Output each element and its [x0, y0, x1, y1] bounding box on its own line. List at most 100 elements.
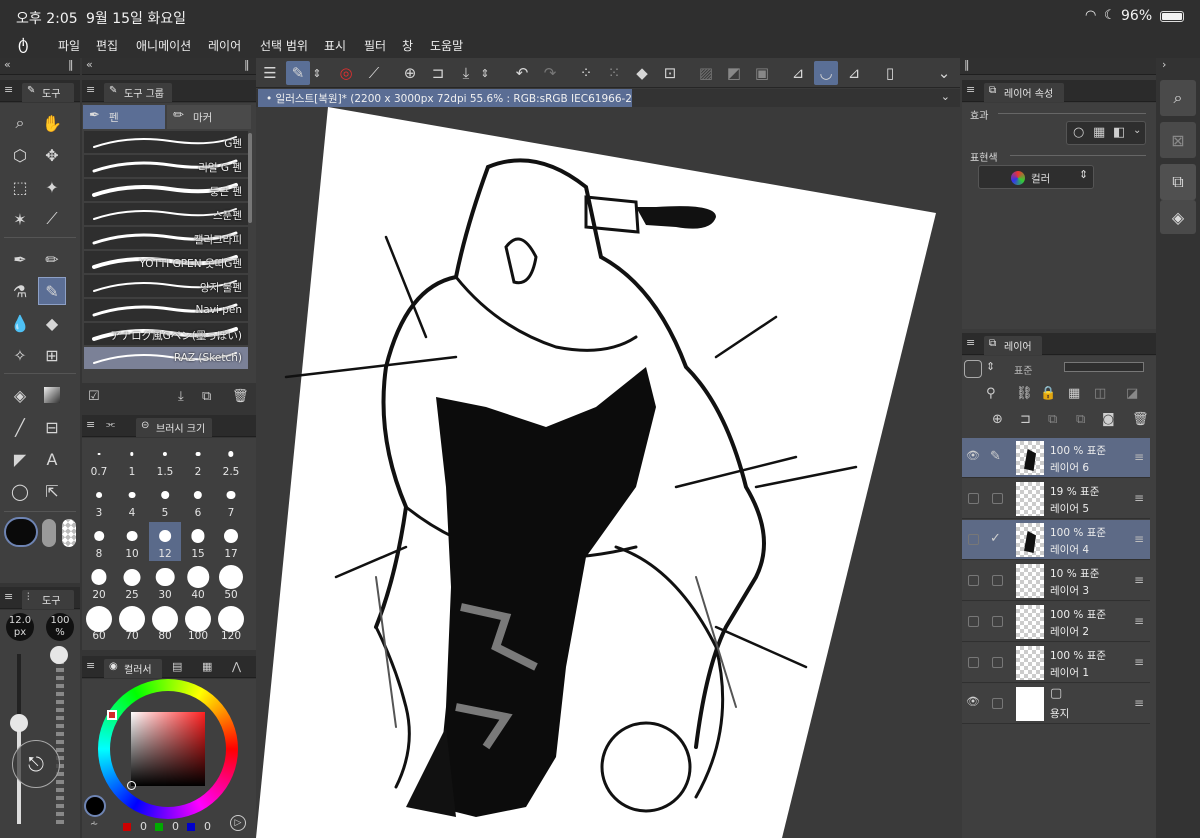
layer-opacity-slider[interactable] [1064, 362, 1144, 372]
deselect-icon[interactable]: ⁘ [574, 61, 598, 85]
reference-check-icon[interactable] [992, 657, 1003, 668]
invert-select-icon[interactable]: ⁙ [602, 61, 626, 85]
brush-size-cell[interactable]: 15 [182, 522, 214, 561]
subtool-item[interactable]: 스푼펜 [84, 203, 248, 226]
speech-bubble-icon[interactable]: ◯ [6, 477, 34, 505]
brush-size-cell[interactable]: 2 [182, 440, 214, 479]
selection-icon[interactable]: ⬚ [6, 173, 34, 201]
color-set-tab-icon[interactable]: ▦ [202, 660, 212, 673]
more-effects-icon[interactable]: ⌄ [1133, 125, 1141, 136]
new-canvas-icon[interactable]: ⊕ [398, 61, 422, 85]
merge-down-icon[interactable]: ⧉ [1048, 412, 1057, 427]
correct-line-icon[interactable]: ⇱ [38, 477, 66, 505]
color-wheel-tab[interactable]: ◉ 컬러서 [104, 659, 162, 678]
delete-subtool-icon[interactable]: 🗑 [232, 389, 249, 404]
subtool-item[interactable]: アナログ風Gペン(墨っぽい) [84, 323, 248, 346]
brush-size-tab[interactable]: ⊝ 브러시 크기 [136, 418, 212, 437]
subtool-item[interactable]: 둥근 펜 [84, 179, 248, 202]
toolbar-collapse-icon[interactable]: ⌄ [932, 61, 956, 85]
redo-icon[interactable]: ↷ [538, 61, 562, 85]
layer-row[interactable]: 10 % 표준 레이어 3 ≡ [962, 561, 1150, 601]
size-slider-knob[interactable] [10, 714, 28, 732]
brush-size-cell[interactable]: 3 [83, 481, 115, 520]
save-icon[interactable]: ⤓ [454, 61, 478, 85]
brush-size-cell[interactable]: 7 [215, 481, 247, 520]
visibility-eye-icon[interactable] [968, 493, 979, 504]
visibility-eye-icon[interactable] [968, 616, 979, 627]
tool-property-tab[interactable]: ⫶ 도구 [22, 590, 74, 609]
magic-wand-icon[interactable]: ✶ [6, 205, 34, 233]
transparent-swatch[interactable] [62, 519, 76, 547]
subtool-item[interactable]: RAZ (Sketch) [84, 347, 248, 370]
brush-size-cell[interactable]: 8 [83, 522, 115, 561]
visibility-eye-icon[interactable] [968, 657, 979, 668]
layer-row[interactable]: 100 % 표준 레이어 1 ≡ [962, 643, 1150, 683]
menu-animation[interactable]: 애니메이션 [136, 37, 191, 54]
current-color-icon[interactable] [84, 795, 106, 817]
new-folder-icon[interactable]: ⊐ [1020, 412, 1031, 427]
layer-row[interactable]: 👁 ✎ 100 % 표준 레이어 6 ≡ [962, 438, 1150, 478]
brush-tool-icon[interactable]: ⚗ [6, 277, 34, 305]
copy-layer-icon[interactable]: ⧉ [1076, 412, 1085, 427]
record-icon[interactable]: ◎ [334, 61, 358, 85]
layer-menu-icon[interactable]: ≡ [1134, 532, 1144, 546]
tab-marker[interactable]: ✏ 마커 [167, 105, 251, 129]
brush-size-cell[interactable]: 17 [215, 522, 247, 561]
visibility-eye-icon[interactable]: 👁 [966, 695, 980, 708]
fill-cmd-icon[interactable]: ◆ [630, 61, 654, 85]
layer-strip-icon[interactable]: ◈ [1160, 200, 1196, 234]
subtool-item[interactable]: 리얼 G 펜 [84, 155, 248, 178]
brush-size-cell[interactable]: 5 [149, 481, 181, 520]
blend-mode-select[interactable]: 표준 [1014, 362, 1032, 377]
subtool-settings-icon[interactable]: ☑ [88, 389, 100, 404]
strip-collapse-icon[interactable]: › [1162, 58, 1166, 71]
opacity-slider-track[interactable] [56, 654, 64, 824]
layer-row[interactable]: ✓ 100 % 표준 레이어 4 ≡ [962, 520, 1150, 560]
layer-menu-icon[interactable]: ≡ [1134, 696, 1144, 710]
edit-target-icon[interactable]: ✎ [990, 449, 1001, 464]
right-dock-collapse-bar[interactable]: ‖ [960, 58, 1156, 75]
reference-layer-icon[interactable]: ⚲ [986, 386, 996, 401]
menu-file[interactable]: 파일 [58, 37, 80, 54]
subtool-item[interactable]: Navi pen [84, 299, 248, 322]
layer-menu-icon[interactable]: ≡ [1134, 450, 1144, 464]
brush-size-cell[interactable]: 80 [149, 604, 181, 643]
brush-size-cell[interactable]: 1.5 [149, 440, 181, 479]
tool-panel-collapse-bar[interactable]: «‖ [0, 58, 80, 75]
layer-tab[interactable]: ⧉ 레이어 [984, 336, 1042, 355]
pencil-tool-icon[interactable]: ✏ [38, 245, 66, 273]
gradient-icon[interactable] [38, 381, 66, 409]
color-slider-tab-icon[interactable]: ▤ [172, 660, 182, 673]
reference-check-icon[interactable] [992, 493, 1003, 504]
pen-tool-icon[interactable]: ✒ [6, 245, 34, 273]
lock-icon[interactable]: 🔒 [1040, 386, 1056, 401]
snap-special-icon[interactable]: ◡ [814, 61, 838, 85]
menu-icon[interactable]: ☰ [258, 61, 282, 85]
brush-size-cell[interactable]: 25 [116, 563, 148, 602]
brush-size-cell[interactable]: 0.7 [83, 440, 115, 479]
device-icon[interactable]: ▯ [878, 61, 902, 85]
brush-size-cell[interactable]: 2.5 [215, 440, 247, 479]
app-logo-icon[interactable]: ტ [18, 34, 28, 53]
layer-property-strip-icon[interactable]: ⧉ [1160, 164, 1196, 200]
subtool-item[interactable]: G펜 [84, 131, 248, 154]
subtool-item[interactable]: 앙지 물펜 [84, 275, 248, 298]
move-icon[interactable]: ✥ [38, 141, 66, 169]
visibility-eye-icon[interactable] [968, 534, 979, 545]
text-icon[interactable]: A [38, 445, 66, 473]
object-icon[interactable]: ⬡ [6, 141, 34, 169]
subtool-item[interactable]: 캘리그라피 [84, 227, 248, 250]
decoration-icon[interactable]: ✧ [6, 341, 34, 369]
sub-view-icon[interactable]: ⊠ [1160, 122, 1196, 158]
ruler-layer-icon[interactable]: ◪ [1126, 386, 1138, 401]
tool-panel-tab[interactable]: ✎ 도구 [22, 83, 74, 102]
main-color-swatch[interactable] [4, 517, 38, 547]
ruler-grid-icon[interactable]: ⊞ [38, 341, 66, 369]
subtool-collapse-bar[interactable]: «‖ [82, 58, 256, 75]
new-raster-layer-icon[interactable]: ⊕ [992, 412, 1003, 427]
line-icon[interactable]: ╱ [6, 413, 34, 441]
color-cursor[interactable] [127, 781, 136, 790]
brush-size-cell[interactable]: 30 [149, 563, 181, 602]
modifier-key-icon[interactable]: ⎋ [12, 740, 60, 788]
brush-size-cell[interactable]: 120 [215, 604, 247, 643]
